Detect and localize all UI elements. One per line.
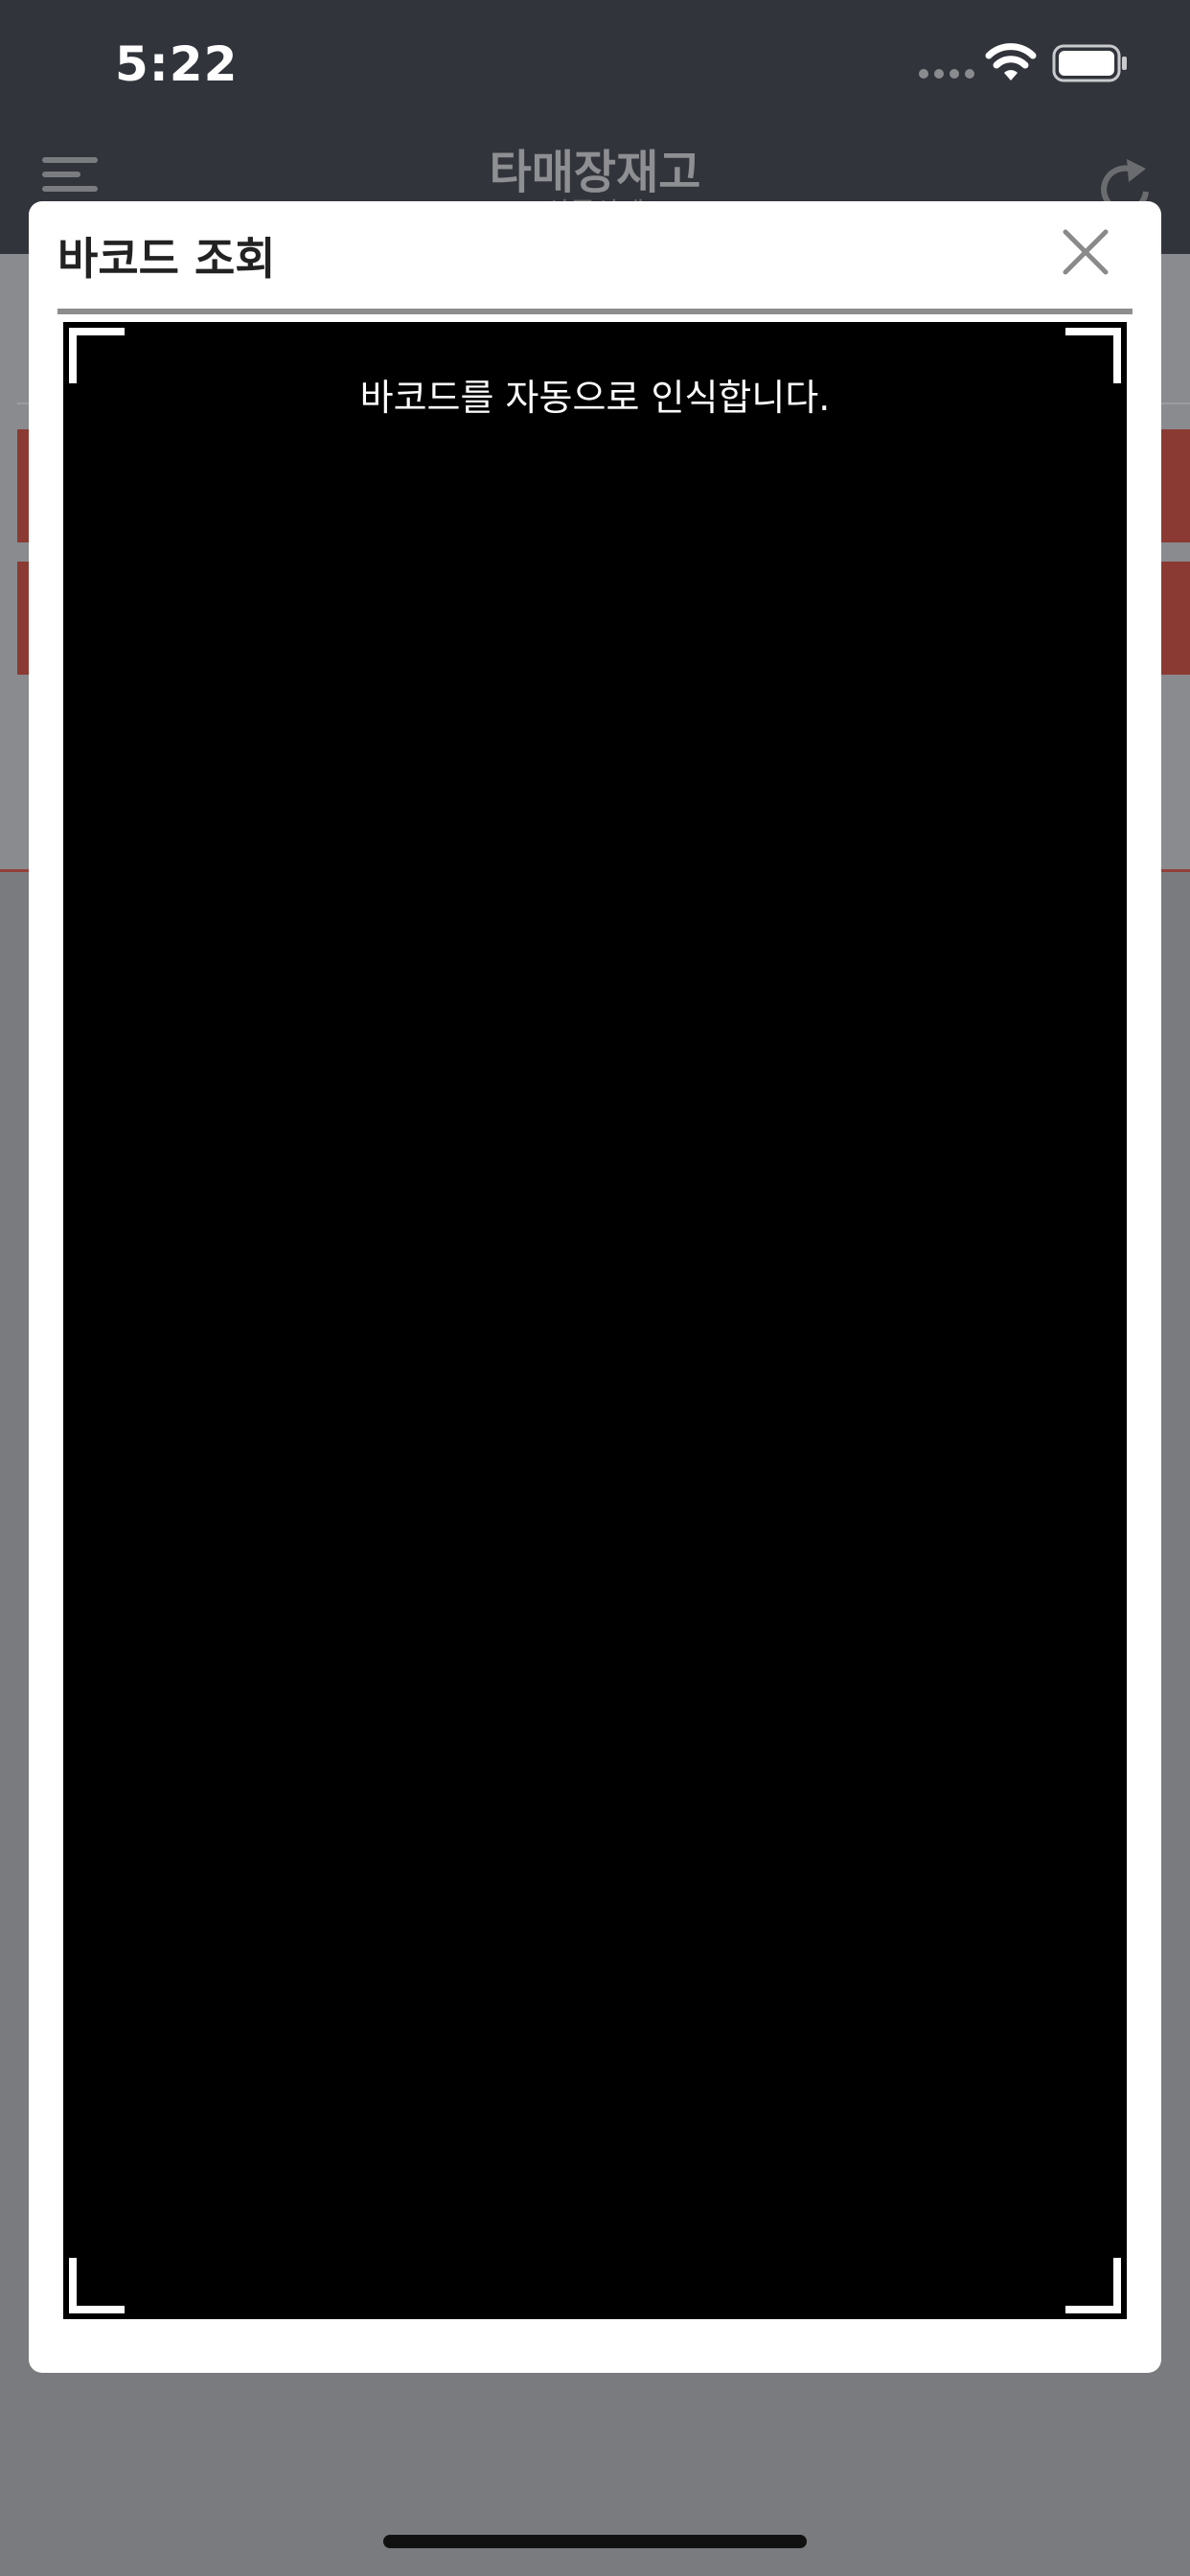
- barcode-scanner-view: 바코드를 자동으로 인식합니다.: [63, 322, 1127, 2319]
- wifi-icon: [985, 43, 1037, 80]
- scanner-hint: 바코드를 자동으로 인식합니다.: [359, 377, 831, 419]
- status-bar: 5:22: [0, 0, 1190, 134]
- close-icon: [1063, 229, 1109, 275]
- barcode-modal: 바코드 조회 바코드를 자동으로 인식합니다.: [29, 201, 1161, 2373]
- scan-frame-corner-top-left: [69, 328, 125, 383]
- cellular-signal-icon: [919, 69, 974, 79]
- battery-icon: [1052, 44, 1127, 82]
- modal-divider: [57, 309, 1133, 314]
- status-time: 5:22: [115, 36, 239, 92]
- scan-frame-corner-bottom-right: [1065, 2258, 1121, 2313]
- scan-frame-corner-top-right: [1065, 328, 1121, 383]
- modal-title: 바코드 조회: [57, 233, 276, 285]
- scan-frame-corner-bottom-left: [69, 2258, 125, 2313]
- home-indicator[interactable]: [383, 2535, 807, 2548]
- close-button[interactable]: [1054, 220, 1117, 284]
